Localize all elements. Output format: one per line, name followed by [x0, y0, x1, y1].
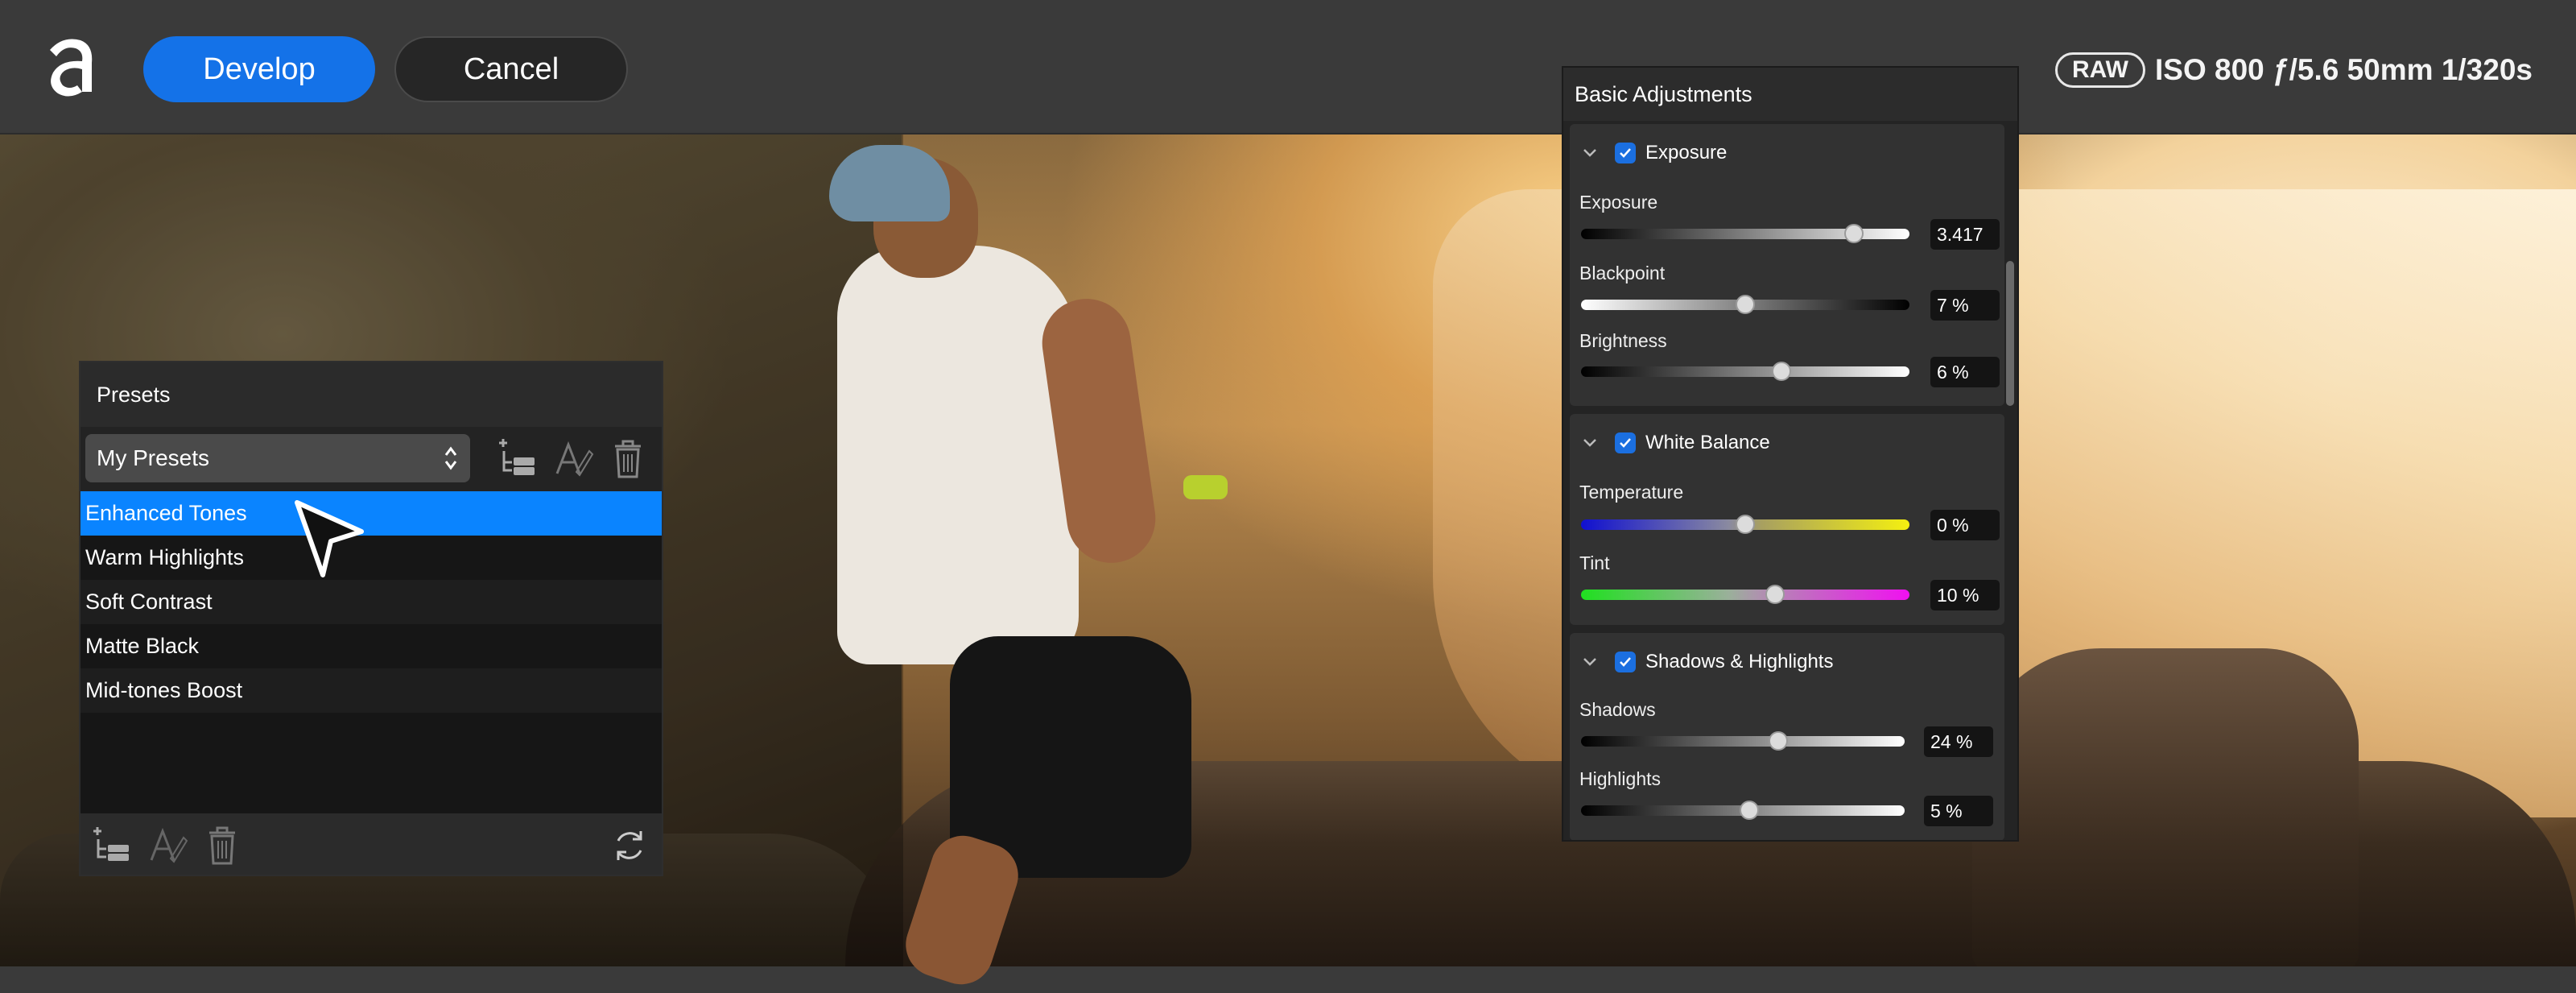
shadows-label: Shadows [1579, 699, 1656, 720]
section-white-balance: White Balance Temperature 0 % Tint 10 % [1570, 414, 2004, 625]
temperature-label: Temperature [1579, 482, 1684, 503]
presets-toolbar: My Presets [80, 427, 662, 491]
runner-wristband [1183, 475, 1228, 499]
trash-icon[interactable] [607, 437, 649, 480]
shadows-slider-thumb[interactable] [1769, 731, 1789, 751]
preset-group-select[interactable]: My Presets [85, 434, 470, 482]
section-header[interactable]: Exposure [1579, 139, 1727, 168]
brightness-label: Brightness [1579, 330, 1667, 351]
exposure-slider-thumb[interactable] [1843, 224, 1864, 243]
temperature-value[interactable]: 0 % [1930, 510, 2000, 540]
exposure-label: Exposure [1579, 192, 1658, 213]
adjustments-title: Basic Adjustments [1563, 68, 2017, 121]
blackpoint-label: Blackpoint [1579, 263, 1666, 283]
chevron-down-icon[interactable] [1579, 652, 1600, 672]
highlights-value[interactable]: 5 % [1924, 796, 1993, 826]
shadows-highlights-checkbox[interactable] [1615, 652, 1636, 672]
refresh-icon[interactable] [609, 825, 650, 867]
section-header[interactable]: White Balance [1579, 428, 1770, 457]
check-icon [1620, 657, 1631, 667]
list-item[interactable]: Mid-tones Boost [80, 668, 662, 713]
app-logo-icon [50, 39, 93, 97]
add-preset-icon[interactable] [496, 437, 538, 480]
adjustments-scrollbar[interactable] [2006, 261, 2014, 406]
section-title: White Balance [1645, 432, 1770, 453]
exposure-checkbox[interactable] [1615, 143, 1636, 163]
exif-info: RAW ISO 800 ƒ/5.6 50mm 1/320s [2054, 48, 2533, 92]
presets-panel: Presets My Presets Enhanced Tones Warm H… [79, 361, 663, 876]
tint-label: Tint [1579, 552, 1610, 573]
preset-group-value: My Presets [97, 445, 210, 470]
brightness-slider-thumb[interactable] [1771, 362, 1791, 381]
tint-value[interactable]: 10 % [1930, 580, 2000, 610]
section-title: Shadows & Highlights [1645, 651, 1834, 672]
highlights-label: Highlights [1579, 768, 1661, 789]
runner-cap [829, 145, 950, 221]
chevron-down-icon[interactable] [1579, 143, 1600, 163]
section-exposure: Exposure Exposure 3.417 Blackpoint 7 % B… [1570, 124, 2004, 406]
section-shadows-highlights: Shadows & Highlights Shadows 24 % Highli… [1570, 633, 2004, 840]
list-item[interactable]: Enhanced Tones [80, 491, 662, 536]
section-header[interactable]: Shadows & Highlights [1579, 648, 1833, 676]
cancel-button[interactable]: Cancel [394, 36, 628, 102]
presets-footer [80, 813, 662, 875]
white-balance-checkbox[interactable] [1615, 432, 1636, 453]
list-item[interactable]: Warm Highlights [80, 536, 662, 580]
exif-text: ISO 800 ƒ/5.6 50mm 1/320s [2154, 53, 2533, 86]
presets-list: Enhanced Tones Warm Highlights Soft Cont… [80, 491, 662, 713]
trash-icon[interactable] [201, 825, 243, 867]
tint-slider-thumb[interactable] [1765, 585, 1785, 604]
brightness-value[interactable]: 6 % [1930, 357, 2000, 387]
shadows-value[interactable]: 24 % [1924, 726, 1993, 757]
rename-preset-icon[interactable] [552, 437, 594, 480]
runner-figure [829, 145, 1232, 993]
chevron-updown-icon [444, 446, 457, 470]
chevron-down-icon[interactable] [1579, 432, 1600, 453]
exposure-value[interactable]: 3.417 [1930, 219, 2000, 250]
presets-title: Presets [80, 362, 662, 427]
mouse-cursor-icon [295, 500, 364, 577]
list-item[interactable]: Matte Black [80, 624, 662, 668]
list-item[interactable]: Soft Contrast [80, 580, 662, 624]
runner-torso [837, 246, 1079, 664]
photo-boulder [1972, 648, 2359, 966]
blackpoint-value[interactable]: 7 % [1930, 290, 2000, 321]
add-preset-icon[interactable] [90, 825, 132, 867]
basic-adjustments-panel: Basic Adjustments Exposure Exposure 3.41… [1562, 66, 2019, 842]
rename-preset-icon[interactable] [147, 825, 188, 867]
blackpoint-slider-thumb[interactable] [1736, 295, 1755, 314]
raw-badge: RAW [2054, 52, 2145, 88]
section-title: Exposure [1645, 142, 1728, 163]
temperature-slider-thumb[interactable] [1736, 515, 1755, 534]
brightness-slider[interactable] [1581, 366, 1909, 377]
tint-slider[interactable] [1581, 590, 1909, 600]
runner-leg [897, 827, 1027, 993]
highlights-slider-thumb[interactable] [1740, 801, 1760, 820]
shadows-slider[interactable] [1581, 736, 1905, 747]
top-bar: Develop Cancel RAW ISO 800 ƒ/5.6 50mm 1/… [0, 0, 2576, 134]
develop-button[interactable]: Develop [143, 36, 375, 102]
check-icon [1620, 148, 1631, 158]
check-icon [1620, 438, 1631, 448]
